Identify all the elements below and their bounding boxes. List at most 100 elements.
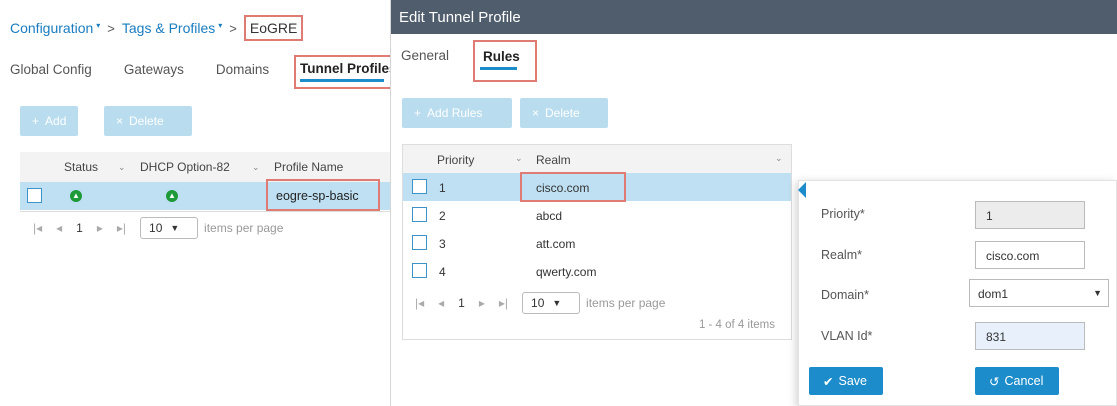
cancel-button-label: Cancel	[1004, 374, 1044, 388]
vlan-id-field[interactable]: 831	[975, 322, 1085, 350]
chevron-down-icon[interactable]: ⌄	[118, 162, 126, 173]
domain-select[interactable]: dom1 ▼	[969, 279, 1109, 307]
form-pointer-icon	[798, 182, 806, 198]
add-button-label: Add	[45, 114, 67, 128]
realm-cell: qwerty.com	[536, 265, 597, 279]
status-up-icon: ▲	[70, 190, 82, 202]
column-dhcp-option-82[interactable]: DHCP Option-82	[140, 160, 230, 174]
plus-icon: +	[414, 106, 422, 120]
per-page-value: 10	[149, 221, 163, 235]
first-page-icon[interactable]: |◂	[33, 221, 42, 235]
column-status[interactable]: Status	[64, 160, 98, 174]
per-page-label: items per page	[586, 296, 666, 310]
chevron-down-icon[interactable]: ⌄	[515, 153, 523, 164]
priority-field[interactable]: 1	[975, 201, 1085, 229]
add-button[interactable]: + Add	[20, 106, 79, 136]
next-page-icon[interactable]: ▸	[97, 221, 103, 235]
chevron-down-icon[interactable]: ⌄	[252, 162, 260, 173]
prev-page-icon[interactable]: ◂	[438, 296, 444, 310]
tab-gateways[interactable]: Gateways	[124, 62, 184, 77]
last-page-icon[interactable]: ▸|	[117, 221, 126, 235]
tab-tunnel-profiles[interactable]: Tunnel Profiles	[294, 55, 397, 89]
first-page-icon[interactable]: |◂	[415, 296, 424, 310]
caret-down-icon[interactable]: ▾	[96, 21, 100, 30]
tab-tunnel-profiles-label: Tunnel Profiles	[300, 61, 397, 76]
tab-rules[interactable]: Rules	[473, 40, 537, 82]
row-divider	[20, 211, 390, 212]
last-page-icon[interactable]: ▸|	[499, 296, 508, 310]
dhcp-status-up-icon: ▲	[166, 190, 178, 202]
add-rules-button[interactable]: + Add Rules	[402, 98, 512, 128]
rule-edit-form: Priority* 1 Realm* cisco.com Domain* dom…	[798, 180, 1117, 406]
row-checkbox[interactable]	[412, 263, 427, 278]
realm-cell: abcd	[536, 209, 563, 223]
chevron-down-icon[interactable]: ⌄	[775, 153, 783, 164]
table-row[interactable]: 3 att.com	[403, 229, 791, 257]
table-row[interactable]: 4 qwerty.com	[403, 257, 791, 285]
delete-button[interactable]: × Delete	[104, 106, 192, 136]
check-icon: ✔	[823, 374, 834, 389]
selected-realm-highlight	[520, 172, 626, 202]
chevron-down-icon: ▼	[170, 223, 180, 233]
table-row[interactable]: ▲ ▲ eogre-sp-basic	[20, 179, 390, 211]
add-rules-button-label: Add Rules	[427, 106, 483, 120]
chevron-down-icon: ▼	[1093, 288, 1102, 298]
rules-table-header: Priority ⌄ Realm ⌄	[403, 145, 791, 173]
active-tab-underline	[300, 79, 384, 82]
row-checkbox[interactable]	[27, 188, 42, 203]
row-checkbox[interactable]	[412, 207, 427, 222]
tab-rules-label: Rules	[483, 49, 520, 64]
vlan-label: VLAN Id*	[821, 329, 873, 343]
realm-cell: att.com	[536, 237, 576, 251]
rules-pagination: |◂ ◂ 1 ▸ ▸| 10 ▼ items per page	[415, 292, 665, 314]
profiles-table-header: Status ⌄ DHCP Option-82 ⌄ Profile Name	[20, 152, 390, 182]
column-realm[interactable]: Realm	[536, 153, 571, 167]
column-priority[interactable]: Priority	[437, 153, 474, 167]
undo-icon: ↺	[989, 374, 1000, 389]
tab-global-config[interactable]: Global Config	[10, 62, 92, 77]
breadcrumb-configuration[interactable]: Configuration	[10, 20, 93, 36]
per-page-value: 10	[531, 296, 545, 310]
close-icon: ×	[116, 114, 124, 128]
table-row[interactable]: 2 abcd	[403, 201, 791, 229]
tab-domains[interactable]: Domains	[216, 62, 269, 77]
current-page: 1	[76, 221, 83, 235]
priority-cell: 3	[439, 237, 446, 251]
chevron-down-icon: ▼	[552, 298, 562, 308]
cancel-button[interactable]: ↺ Cancel	[975, 367, 1059, 395]
breadcrumb-tags-profiles[interactable]: Tags & Profiles	[122, 20, 215, 36]
left-pagination: |◂ ◂ 1 ▸ ▸| 10 ▼ items per page	[33, 217, 283, 239]
breadcrumb-separator: >	[107, 20, 115, 36]
caret-down-icon[interactable]: ▾	[218, 21, 222, 30]
current-page: 1	[458, 296, 465, 310]
row-checkbox[interactable]	[412, 235, 427, 250]
realm-label: Realm*	[821, 248, 862, 262]
domain-label: Domain*	[821, 288, 869, 302]
tab-general[interactable]: General	[401, 48, 449, 63]
right-tab-bar: General	[401, 48, 449, 63]
realm-field[interactable]: cisco.com	[975, 241, 1085, 269]
breadcrumb-separator: >	[229, 20, 237, 36]
priority-label: Priority*	[821, 207, 865, 221]
breadcrumb: Configuration ▾ > Tags & Profiles ▾ > Eo…	[10, 15, 304, 41]
per-page-label: items per page	[204, 221, 284, 235]
plus-icon: +	[32, 114, 40, 128]
breadcrumb-current: EoGRE	[243, 15, 304, 41]
close-icon: ×	[532, 106, 540, 120]
delete-rules-button-label: Delete	[545, 106, 580, 120]
per-page-select[interactable]: 10 ▼	[522, 292, 581, 314]
row-checkbox[interactable]	[412, 179, 427, 194]
per-page-select[interactable]: 10 ▼	[140, 217, 199, 239]
column-profile-name[interactable]: Profile Name	[274, 160, 343, 174]
save-button[interactable]: ✔ Save	[809, 367, 883, 395]
delete-rules-button[interactable]: × Delete	[520, 98, 608, 128]
domain-value: dom1	[978, 287, 1009, 301]
profile-name-cell[interactable]: eogre-sp-basic	[266, 179, 380, 211]
priority-cell: 4	[439, 265, 446, 279]
next-page-icon[interactable]: ▸	[479, 296, 485, 310]
active-tab-underline	[480, 67, 517, 70]
priority-cell: 1	[439, 181, 446, 195]
delete-button-label: Delete	[129, 114, 164, 128]
priority-cell: 2	[439, 209, 446, 223]
prev-page-icon[interactable]: ◂	[56, 221, 62, 235]
